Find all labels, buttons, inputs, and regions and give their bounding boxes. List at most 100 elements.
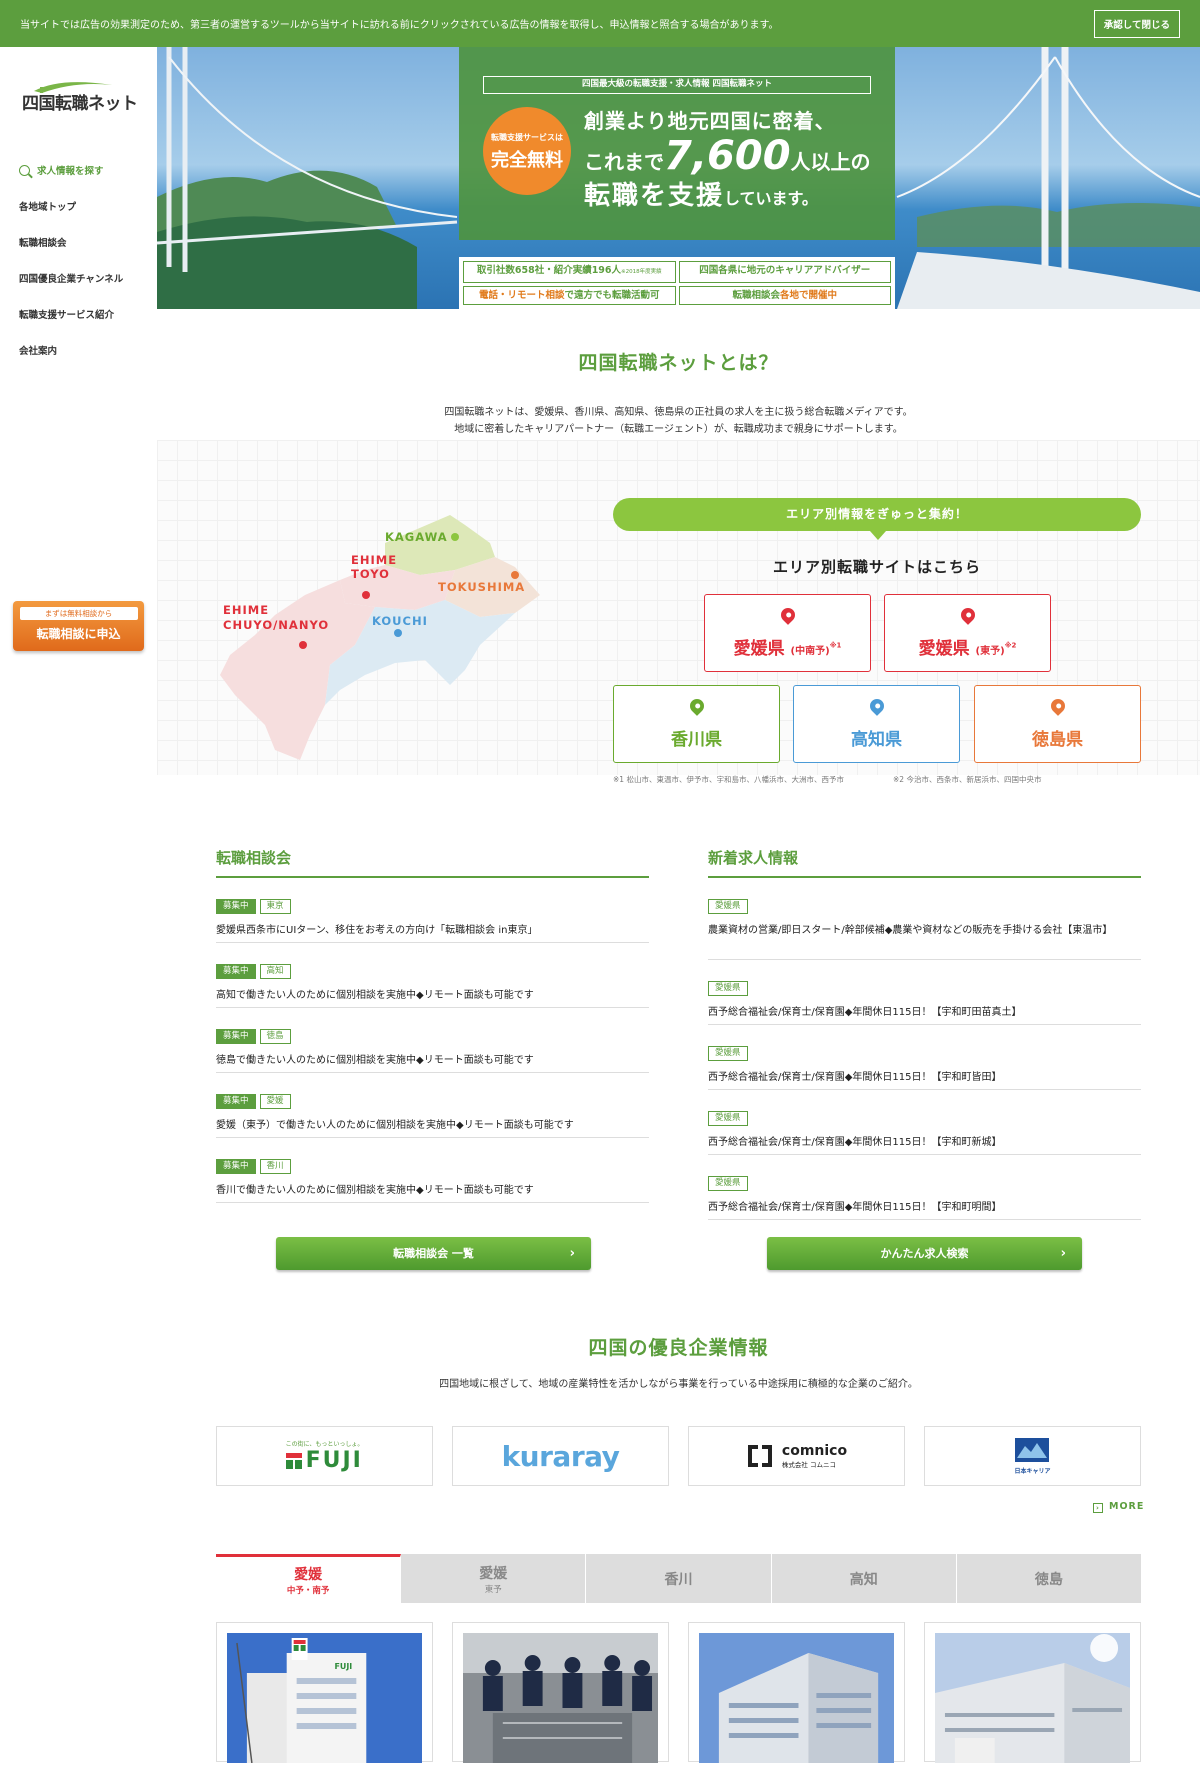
status-badge: 募集中 — [216, 1159, 256, 1174]
comnico-name: comnico — [781, 1443, 848, 1459]
pref-button-ehime-chunanyo[interactable]: 愛媛県 (中南予)※1 — [704, 594, 871, 672]
feature-text: 各地で開催中 — [780, 289, 838, 301]
company-staff-photo — [463, 1633, 658, 1763]
map-label-tokushima: TOKUSHIMA — [438, 580, 526, 594]
feature-text: 転職相談会 — [732, 289, 780, 301]
logo-text: 四国転職ネット — [22, 94, 138, 114]
job-search-button[interactable]: かんたん求人検索 › — [767, 1237, 1082, 1270]
map-label-ehime-nanyo: EHIME — [223, 603, 270, 617]
area-subtitle: エリア別転職サイトはこちら — [772, 558, 981, 576]
hero-headline-2: これまで7,600人以上の — [584, 133, 871, 179]
comnico-mark-icon — [747, 1445, 772, 1467]
events-list: 募集中 東京 愛媛県西条市にUIターン、移住をお考えの方向け「転職相談会 in東京」… — [216, 878, 649, 1203]
area-badge: 高知 — [259, 964, 291, 979]
tab-label: 高知 — [849, 1571, 878, 1588]
tab-sub: 東予 — [484, 1584, 502, 1595]
area-badge: 愛媛県 — [708, 1046, 748, 1061]
kagawa-marker — [451, 533, 459, 541]
tab-label: 香川 — [664, 1571, 693, 1588]
companies-title: 四国の優良企業情報 — [588, 1337, 769, 1359]
company-card[interactable] — [688, 1622, 905, 1763]
site-logo[interactable]: 四国転職ネット — [20, 77, 140, 117]
list-item[interactable]: 募集中 東京 愛媛県西条市にUIターン、移住をお考えの方向け「転職相談会 in東京」 — [216, 878, 649, 943]
company-logo-kuraray[interactable]: kuraray — [452, 1426, 669, 1486]
apply-consultation-button[interactable]: まずは無料相談から 転職相談に申込 — [13, 601, 144, 651]
list-item[interactable]: 愛媛県 西予総合福祉会/保育士/保育園◆年間休日115日！【宇和町田苗真土】 — [708, 960, 1141, 1025]
tab-tokushima[interactable]: 徳島 — [957, 1554, 1141, 1603]
tab-kagawa[interactable]: 香川 — [586, 1554, 772, 1603]
jobs-list: 愛媛県農業資材の営業/即日スタート/幹部候補◆農業や資材などの販売を手掛ける会社… — [708, 878, 1141, 1220]
pref-button-tokushima[interactable]: 徳島県 — [974, 685, 1141, 763]
list-item[interactable]: 募集中 愛媛 愛媛（東予）で働きたい人のために個別相談を実施中◆リモート面談も可能で… — [216, 1073, 649, 1138]
list-item[interactable]: 愛媛県 西予総合福祉会/保育士/保育園◆年間休日115日！【宇和町明間】 — [708, 1155, 1141, 1220]
list-item[interactable]: 募集中 徳島 徳島で働きたい人のために個別相談を実施中◆リモート面談も可能です — [216, 1008, 649, 1073]
job-title: 西予総合福祉会/保育士/保育園◆年間休日115日！【宇和町皆田】 — [708, 1072, 1002, 1083]
kuraray-name: kuraray — [501, 1439, 620, 1473]
job-title: 西予総合福祉会/保育士/保育園◆年間休日115日！【宇和町明間】 — [708, 1202, 1002, 1213]
tab-label: 愛媛 — [294, 1567, 323, 1583]
sidebar-item-job-search[interactable]: 求人情報を探す — [19, 152, 123, 188]
sidebar-item-support-service[interactable]: 転職支援サービス紹介 — [19, 296, 123, 332]
area-badge: 愛媛県 — [708, 1111, 748, 1126]
tokushima-marker — [511, 571, 519, 579]
job-title: 農業資材の営業/即日スタート/幹部候補◆農業や資材などの販売を手掛ける会社【東温… — [708, 925, 1113, 936]
map-label-ehime-toyo: TOYO — [351, 567, 390, 581]
events-title: 転職相談会 — [216, 849, 292, 867]
nihon-career-logo: 日本キャリア — [1014, 1437, 1051, 1475]
free-service-badge: 転職支援サービスは 完全無料 — [483, 107, 571, 195]
sidebar-item-consultation[interactable]: 転職相談会 — [19, 224, 123, 260]
consultation-list-button[interactable]: 転職相談会 一覧 › — [276, 1237, 591, 1270]
company-card[interactable] — [924, 1622, 1141, 1763]
list-item[interactable]: 愛媛県 西予総合福祉会/保育士/保育園◆年間休日115日！【宇和町新城】 — [708, 1090, 1141, 1155]
tab-ehime-toyo[interactable]: 愛媛 東予 — [401, 1554, 587, 1603]
more-link[interactable]: › MORE — [1093, 1501, 1144, 1513]
event-title: 香川で働きたい人のために個別相談を実施中◆リモート面談も可能です — [216, 1185, 534, 1196]
tab-ehime-chunanyo[interactable]: 愛媛 中予・南予 — [216, 1554, 402, 1603]
map-pin-icon — [866, 695, 887, 716]
sidebar-item-company-channel[interactable]: 四国優良企業チャンネル — [19, 260, 123, 296]
status-badge: 募集中 — [216, 1094, 256, 1109]
list-item[interactable]: 募集中 高知高知で働きたい人のために個別相談を実施中◆リモート面談も可能です — [216, 943, 649, 1008]
company-logo-comnico[interactable]: comnico 株式会社 コムニコ — [688, 1426, 905, 1486]
fuji-mark-icon — [285, 1452, 302, 1469]
tab-kochi[interactable]: 高知 — [772, 1554, 957, 1603]
fuji-name: FUJI — [305, 1448, 363, 1473]
sidebar-item-company-info[interactable]: 会社案内 — [19, 332, 123, 368]
sidebar-item-region-top[interactable]: 各地域トップ — [19, 188, 123, 224]
company-logo-nihon-career[interactable]: 日本キャリア — [924, 1426, 1141, 1486]
pref-button-kagawa[interactable]: 香川県 — [613, 685, 780, 763]
company-logo-fuji[interactable]: この街に、もっといっしょ。 FUJI — [216, 1426, 433, 1486]
cta-small-label: まずは無料相談から — [19, 607, 138, 620]
tab-label: 徳島 — [1034, 1571, 1063, 1588]
more-label: MORE — [1109, 1501, 1145, 1512]
hero-text: 人以上の — [790, 150, 871, 174]
area-badge: 愛媛県 — [708, 899, 748, 914]
company-card[interactable]: FUJI — [216, 1622, 433, 1764]
status-badge: 募集中 — [216, 1029, 256, 1044]
feature-text: で遠方でも転職活動可 — [564, 289, 660, 301]
company-card[interactable] — [452, 1622, 669, 1763]
area-info-pill: エリア別情報をぎゅっと集約！ — [613, 498, 1141, 540]
event-title: 徳島で働きたい人のために個別相談を実施中◆リモート面談も可能です — [216, 1055, 534, 1066]
cookie-text: 当サイトでは広告の効果測定のため、第三者の運営するツールから当サイトに訪れる前に… — [20, 20, 779, 31]
hero-text: しています。 — [724, 189, 818, 208]
list-item[interactable]: 愛媛県西予総合福祉会/保育士/保育園◆年間休日115日！【宇和町皆田】 — [708, 1025, 1141, 1090]
list-item[interactable]: 募集中 香川 香川で働きたい人のために個別相談を実施中◆リモート面談も可能です — [216, 1138, 649, 1203]
pref-name: 徳島県 — [1032, 729, 1083, 750]
badge-big-text: 完全無料 — [491, 150, 563, 171]
status-badge: 募集中 — [216, 899, 256, 914]
feature-text: 四国各県に地元のキャリアアドバイザー — [699, 265, 871, 276]
status-badge: 募集中 — [216, 964, 256, 979]
hero-top-label: 四国最大級の転職支援・求人情報 四国転職ネット — [483, 76, 871, 94]
feature-box: 取引社数658社・紹介実績196人※2018年度実績 — [463, 261, 676, 283]
hero-count: 7,600 — [664, 133, 791, 179]
region-tabs: 愛媛 中予・南予 愛媛 東予 香川 高知 徳島 — [216, 1554, 1141, 1603]
hero-message-panel: 四国最大級の転職支援・求人情報 四国転職ネット 転職支援サービスは 完全無料 創… — [459, 47, 895, 240]
event-title: 高知で働きたい人のために個別相談を実施中◆リモート面談も可能です — [216, 990, 534, 1001]
companies-text: 四国地域に根ざして、地域の産業特性を活かしながら事業を行っている中途採用に積極的… — [439, 1379, 918, 1390]
accept-close-button[interactable]: 承認して閉じる — [1093, 9, 1180, 38]
company-building-photo: FUJI — [227, 1633, 422, 1764]
pref-button-kochi[interactable]: 高知県 — [793, 685, 960, 763]
pref-button-ehime-toyo[interactable]: 愛媛県 (東予)※2 — [884, 594, 1051, 672]
list-item[interactable]: 愛媛県農業資材の営業/即日スタート/幹部候補◆農業や資材などの販売を手掛ける会社… — [708, 878, 1141, 960]
